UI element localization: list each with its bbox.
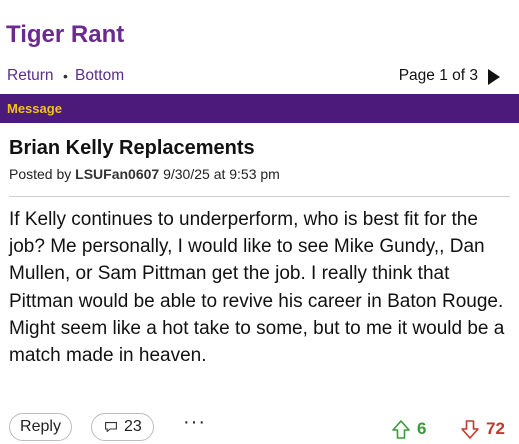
post-navigation: Return • Bottom Page 1 of 3 xyxy=(7,66,512,86)
thumbs-up-arrow-icon xyxy=(392,420,410,439)
divider xyxy=(9,196,510,197)
comments-button[interactable]: 23 xyxy=(91,413,154,441)
author-link[interactable]: LSUFan0607 xyxy=(75,166,159,182)
message-label: Message xyxy=(7,101,62,116)
post-body: If Kelly continues to underperform, who … xyxy=(9,209,505,367)
post-meta: Posted by LSUFan0607 9/30/25 at 9:53 pm xyxy=(9,165,280,183)
comment-count: 23 xyxy=(124,418,142,435)
nav-separator: • xyxy=(63,68,68,84)
comment-bubble-icon xyxy=(105,422,117,432)
page-indicator: Page 1 of 3 xyxy=(398,67,478,84)
post-title: Brian Kelly Replacements xyxy=(9,137,255,159)
reply-button[interactable]: Reply xyxy=(9,413,72,441)
message-section-bar: Message xyxy=(0,94,519,123)
upvote-count: 6 xyxy=(417,419,427,438)
return-link[interactable]: Return xyxy=(7,66,54,86)
next-page-arrow-icon[interactable] xyxy=(488,69,500,85)
board-title[interactable]: Tiger Rant xyxy=(6,20,124,50)
downvote-count: 72 xyxy=(486,419,505,438)
thumbs-down-arrow-icon xyxy=(461,420,479,439)
more-options-icon[interactable]: ··· xyxy=(183,410,206,434)
bottom-link[interactable]: Bottom xyxy=(75,66,124,86)
post-timestamp: 9/30/25 at 9:53 pm xyxy=(163,166,280,182)
posted-by-label: Posted by xyxy=(9,166,72,182)
